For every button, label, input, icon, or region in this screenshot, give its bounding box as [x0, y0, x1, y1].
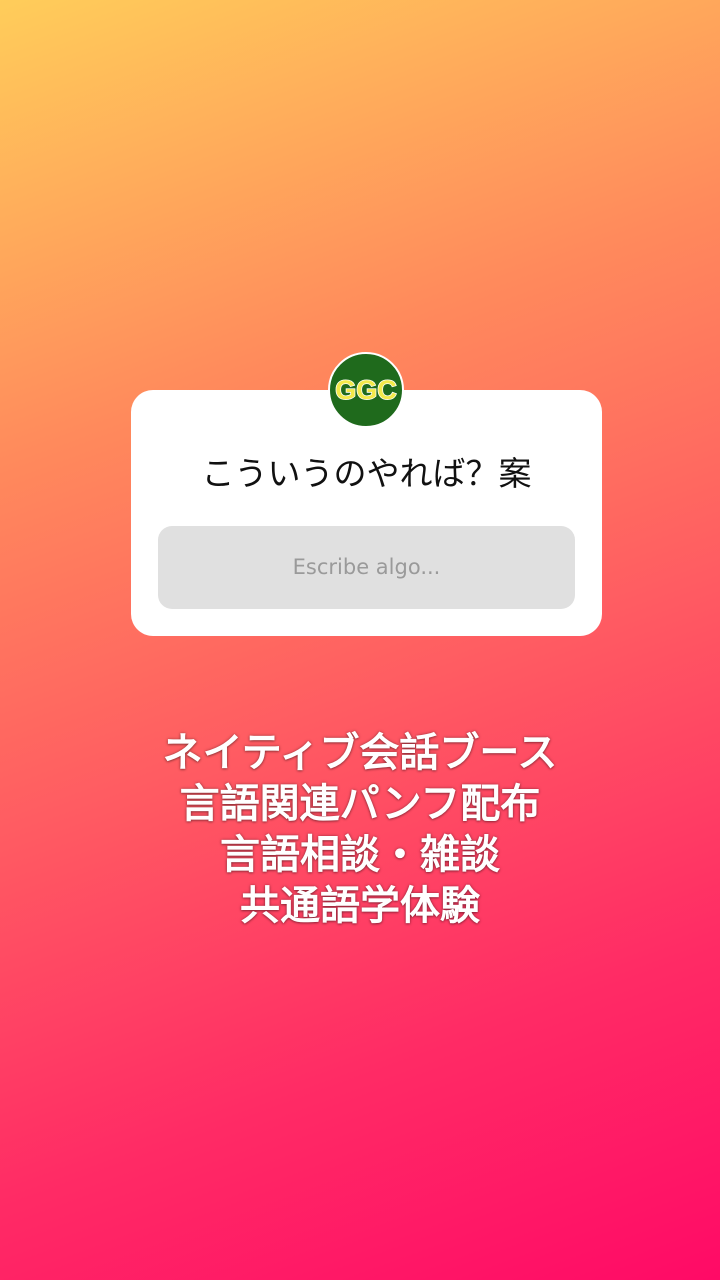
answer-input[interactable]: Escribe algo... — [158, 526, 575, 609]
caption-line: 共通語学体験 — [240, 883, 480, 929]
answer-placeholder: Escribe algo... — [292, 555, 441, 579]
avatar-logo: GGC — [334, 374, 397, 406]
story-background — [0, 0, 720, 1280]
avatar-text: GGC — [335, 375, 397, 405]
question-text: こういうのやれば？案 — [201, 454, 532, 493]
caption-line: ネイティブ会話ブース — [162, 730, 558, 776]
caption-line: 言語相談・雑談 — [220, 832, 500, 878]
caption-line: 言語関連パンフ配布 — [179, 781, 541, 827]
story-caption: ネイティブ会話ブース 言語関連パンフ配布 言語相談・雑談 共通語学体験 — [0, 728, 720, 932]
avatar: GGC — [328, 352, 404, 428]
